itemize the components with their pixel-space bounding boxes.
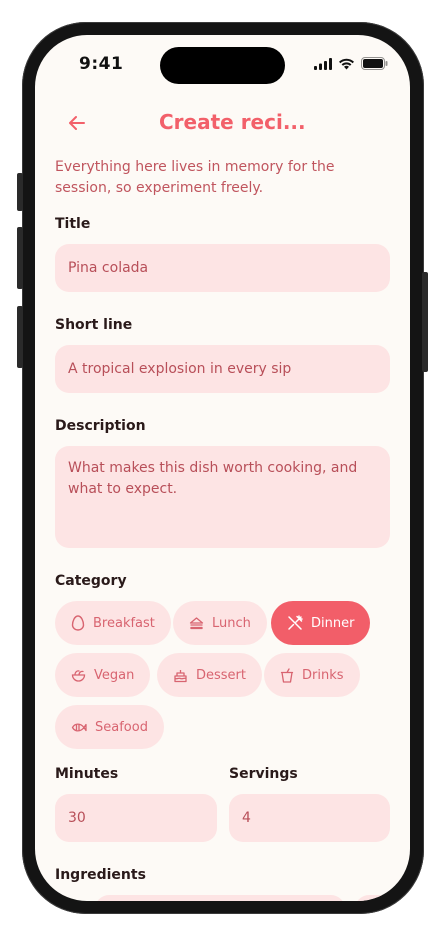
status-time: 9:41 xyxy=(79,54,124,74)
chip-label: Lunch xyxy=(212,615,251,631)
app-screen: 9:41 Create reci... Everything here live… xyxy=(35,35,410,901)
minutes-field[interactable]: 30 xyxy=(55,794,217,842)
ingredients-label: Ingredients xyxy=(55,867,146,883)
ingredient-field[interactable] xyxy=(95,895,345,901)
egg-icon xyxy=(71,615,85,631)
wifi-icon xyxy=(339,58,354,69)
cup-icon xyxy=(280,667,294,683)
category-chip-lunch[interactable]: Lunch xyxy=(173,601,267,645)
description-label: Description xyxy=(55,418,146,434)
category-label: Category xyxy=(55,573,127,589)
volume-down-button xyxy=(17,306,23,368)
power-button xyxy=(422,272,428,372)
category-chip-dinner[interactable]: Dinner xyxy=(271,601,371,645)
chip-label: Dessert xyxy=(196,667,246,683)
action-button xyxy=(17,173,23,211)
arrow-left-icon xyxy=(69,116,85,130)
back-button[interactable] xyxy=(65,111,89,135)
title-field[interactable]: Pina colada xyxy=(55,244,390,292)
chip-label: Breakfast xyxy=(93,615,155,631)
cellular-signal-icon xyxy=(314,57,332,70)
category-chip-seafood[interactable]: Seafood xyxy=(55,705,164,749)
chip-label: Vegan xyxy=(94,667,135,683)
title-label: Title xyxy=(55,216,91,232)
category-chip-vegan[interactable]: Vegan xyxy=(55,653,151,697)
status-icons xyxy=(314,57,388,70)
minutes-label: Minutes xyxy=(55,766,119,782)
short-line-label: Short line xyxy=(55,317,133,333)
dynamic-island xyxy=(160,47,285,84)
category-chip-breakfast[interactable]: Breakfast xyxy=(55,601,171,645)
utensils-crossed-icon xyxy=(288,615,303,630)
servings-field[interactable]: 4 xyxy=(229,794,390,842)
app-header: Create reci... xyxy=(35,105,410,141)
cake-icon xyxy=(174,669,187,682)
volume-up-button xyxy=(17,227,23,289)
category-chip-dessert[interactable]: Dessert xyxy=(157,653,262,697)
servings-label: Servings xyxy=(229,766,298,782)
page-title: Create reci... xyxy=(159,110,306,134)
category-chip-drinks[interactable]: Drinks xyxy=(264,653,360,697)
salad-icon xyxy=(71,670,86,682)
battery-icon xyxy=(361,57,388,70)
intro-text: Everything here lives in memory for the … xyxy=(55,159,335,196)
sandwich-icon xyxy=(189,617,204,630)
fish-icon xyxy=(71,722,87,732)
status-bar: 9:41 xyxy=(35,35,410,93)
description-field[interactable]: What makes this dish worth cooking, and … xyxy=(55,446,390,548)
chip-label: Drinks xyxy=(302,667,344,683)
short-line-field[interactable]: A tropical explosion in every sip xyxy=(55,345,390,393)
chip-label: Dinner xyxy=(311,615,355,631)
chip-label: Seafood xyxy=(95,719,148,735)
